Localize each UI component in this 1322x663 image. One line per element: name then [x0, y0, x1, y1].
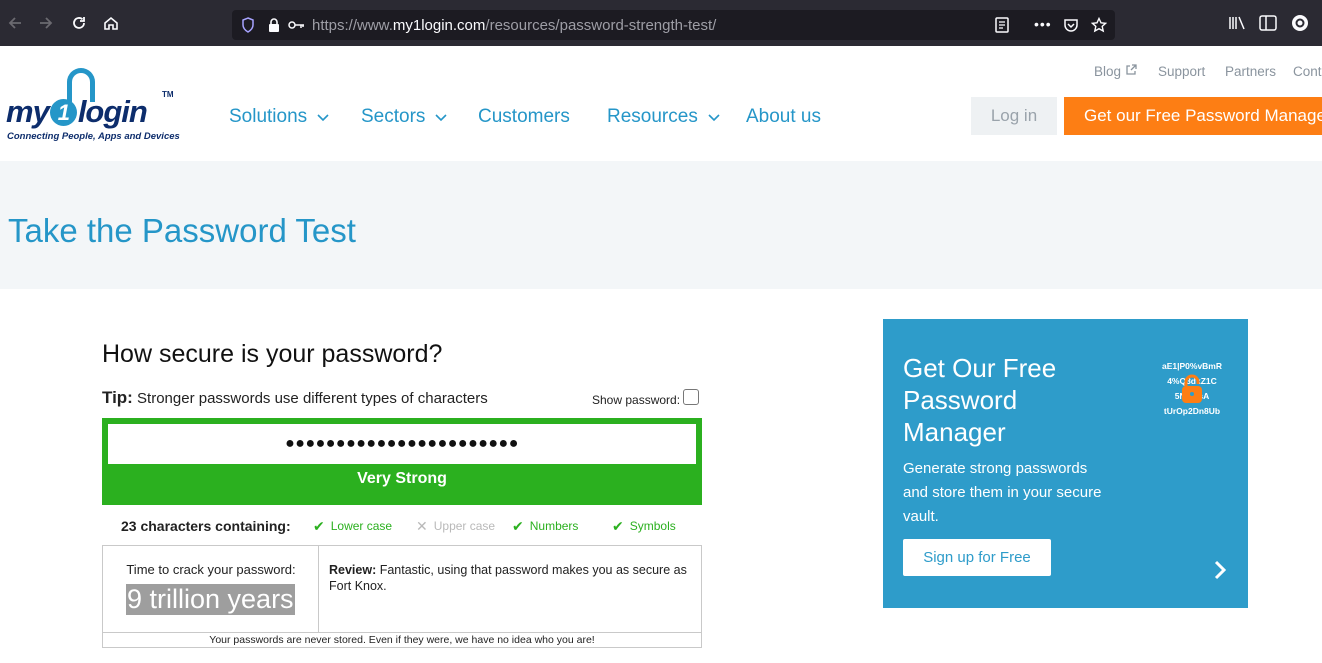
check-icon: ✔ — [612, 517, 624, 534]
password-graphic: aE1|P0%vBmR 4%Q3dkZ1C 5NT dsA tUrOp2Dn8U… — [1161, 361, 1223, 416]
contact-link[interactable]: Conta — [1293, 64, 1322, 79]
criterion-symbols: ✔ Symbols — [612, 517, 676, 534]
show-password-label: Show password: — [592, 393, 681, 407]
strength-label: Very Strong — [357, 470, 447, 487]
pocket-icon[interactable] — [1063, 17, 1079, 38]
password-input[interactable]: ●●●●●●●●●●●●●●●●●●●●●●● — [108, 424, 696, 464]
promo-card: Get Our Free Password Manager Generate s… — [883, 319, 1248, 608]
signup-button[interactable]: Sign up for Free — [903, 539, 1051, 576]
crack-time-label: Time to crack your password: — [126, 562, 296, 577]
tracking-shield-icon[interactable] — [241, 17, 255, 38]
criterion-numbers: ✔ Numbers — [512, 517, 579, 534]
bookmark-star-icon[interactable] — [1090, 16, 1108, 38]
check-icon: ✔ — [512, 517, 524, 534]
reader-view-icon[interactable] — [995, 17, 1009, 38]
blog-link[interactable]: Blog — [1094, 64, 1137, 79]
account-icon[interactable] — [1291, 14, 1309, 37]
chevron-down-icon — [435, 106, 447, 128]
crack-time-value: 9 trillion years — [126, 584, 295, 615]
logo-wordmark: my 1 login — [6, 94, 148, 129]
address-bar[interactable]: https://www.my1login.com/resources/passw… — [232, 10, 1115, 40]
privacy-note: Your passwords are never stored. Even if… — [103, 632, 701, 648]
logo-trademark: TM — [162, 90, 174, 99]
page-actions-icon[interactable]: ••• — [1034, 16, 1052, 32]
reload-icon[interactable] — [69, 13, 89, 33]
chevron-down-icon — [317, 106, 329, 128]
page-title: Take the Password Test — [8, 212, 356, 249]
logo-tagline: Connecting People, Apps and Devices — [7, 131, 180, 142]
check-icon: ✔ — [313, 517, 325, 534]
partners-link[interactable]: Partners — [1225, 64, 1276, 79]
promo-title: Get Our Free Password Manager — [903, 353, 1057, 447]
nav-solutions[interactable]: Solutions — [229, 106, 329, 128]
padlock-icon — [1179, 373, 1205, 410]
key-icon[interactable] — [287, 17, 305, 38]
site-header: my 1 login TM Connecting People, Apps and … — [0, 46, 1322, 161]
support-link[interactable]: Support — [1158, 64, 1205, 79]
chevron-right-icon[interactable] — [1213, 559, 1227, 586]
character-count: 23 characters containing: — [121, 518, 291, 534]
tip-text: Tip: Stronger passwords use different ty… — [102, 388, 488, 407]
chevron-down-icon — [708, 106, 720, 128]
forward-icon[interactable] — [36, 13, 56, 33]
cross-icon: ✕ — [416, 517, 428, 534]
url-text: https://www.my1login.com/resources/passw… — [312, 17, 717, 34]
home-icon[interactable] — [101, 13, 121, 33]
result-table: Time to crack your password: 9 trillion … — [102, 545, 702, 648]
crack-time-cell: Time to crack your password: 9 trillion … — [103, 546, 319, 632]
show-password-checkbox[interactable] — [683, 389, 699, 405]
lock-icon[interactable] — [268, 17, 280, 38]
nav-about-us[interactable]: About us — [746, 106, 821, 128]
login-button[interactable]: Log in — [971, 97, 1057, 135]
browser-toolbar: https://www.my1login.com/resources/passw… — [0, 0, 1322, 46]
sidebar-icon[interactable] — [1259, 15, 1277, 36]
nav-resources[interactable]: Resources — [607, 106, 720, 128]
nav-sectors[interactable]: Sectors — [361, 106, 447, 128]
get-password-manager-button[interactable]: Get our Free Password Manager — [1064, 97, 1322, 135]
external-link-icon — [1125, 64, 1137, 79]
back-icon[interactable] — [5, 13, 25, 33]
criterion-lower-case: ✔ Lower case — [313, 517, 393, 534]
library-icon[interactable] — [1228, 15, 1246, 36]
criterion-upper-case: ✕ Upper case — [416, 517, 496, 534]
my1login-logo[interactable]: my 1 login TM Connecting People, Apps and … — [6, 68, 181, 148]
review-text: Review: Fantastic, using that password m… — [329, 563, 687, 593]
test-heading: How secure is your password? — [102, 340, 443, 368]
promo-description: Generate strong passwords and store them… — [903, 460, 1102, 525]
password-strength-box: ●●●●●●●●●●●●●●●●●●●●●●● Very Strong — [102, 418, 702, 505]
nav-customers[interactable]: Customers — [478, 106, 570, 128]
hero-band: Take the Password Test — [0, 161, 1322, 289]
